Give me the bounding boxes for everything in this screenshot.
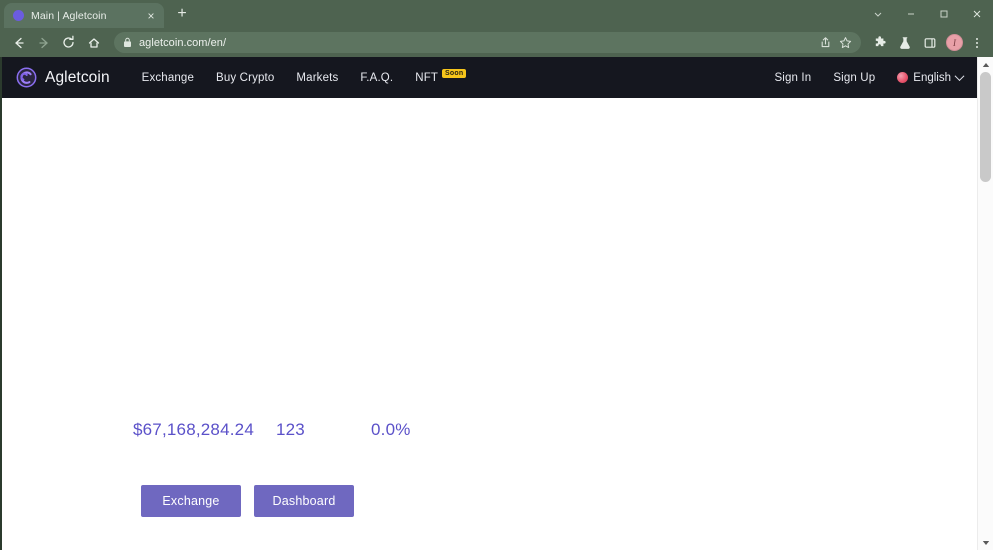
scrollbar-thumb[interactable] bbox=[980, 72, 991, 182]
chevron-down-icon bbox=[954, 71, 965, 82]
nav-label: Exchange bbox=[141, 71, 195, 84]
scrollbar-track[interactable] bbox=[978, 72, 993, 535]
dashboard-button[interactable]: Dashboard bbox=[254, 485, 354, 517]
window-close-icon[interactable] bbox=[960, 0, 993, 28]
browser-toolbar: agletcoin.com/en/ I bbox=[0, 28, 993, 57]
site-header: Agletcoin Exchange Buy Crypto Markets F.… bbox=[2, 57, 977, 98]
side-panel-icon[interactable] bbox=[917, 30, 942, 55]
profile-avatar: I bbox=[946, 34, 963, 51]
url-text: agletcoin.com/en/ bbox=[139, 36, 227, 49]
nav-label: Buy Crypto bbox=[216, 71, 275, 84]
stat-total-volume: $67,168,284.24 bbox=[133, 420, 254, 439]
beaker-icon[interactable] bbox=[892, 30, 917, 55]
soon-badge: Soon bbox=[442, 68, 467, 79]
lock-icon bbox=[123, 37, 132, 48]
maximize-icon[interactable] bbox=[927, 0, 960, 28]
site-nav: Exchange Buy Crypto Markets F.A.Q. NFT S… bbox=[142, 68, 467, 84]
language-label: English bbox=[913, 71, 951, 84]
scroll-down-arrow-icon[interactable] bbox=[978, 535, 993, 550]
nav-label: NFT bbox=[415, 71, 439, 84]
plus-icon[interactable]: + bbox=[171, 4, 193, 26]
nav-item-nft[interactable]: NFT Soon bbox=[415, 68, 467, 84]
nav-item-exchange[interactable]: Exchange bbox=[142, 72, 194, 84]
cta-row: Exchange Dashboard bbox=[141, 485, 354, 517]
browser-window: Main | Agletcoin × + agletcoin.com/en/ I… bbox=[0, 0, 993, 550]
purple-circle-favicon-icon bbox=[13, 10, 24, 21]
nav-item-markets[interactable]: Markets bbox=[296, 72, 338, 84]
brand-logo[interactable]: Agletcoin bbox=[16, 67, 110, 88]
forward-arrow-icon[interactable] bbox=[31, 30, 56, 55]
header-right: Sign In Sign Up English bbox=[774, 71, 965, 84]
sign-in-label: Sign In bbox=[774, 71, 812, 84]
close-icon[interactable]: × bbox=[144, 10, 158, 22]
exchange-button[interactable]: Exchange bbox=[141, 485, 241, 517]
tab-title: Main | Agletcoin bbox=[31, 9, 107, 22]
brand-name: Agletcoin bbox=[45, 68, 110, 86]
page-viewport: Agletcoin Exchange Buy Crypto Markets F.… bbox=[0, 57, 993, 550]
chevron-down-icon[interactable] bbox=[861, 0, 894, 28]
nav-label: Markets bbox=[296, 71, 339, 84]
sign-up-button[interactable]: Sign Up bbox=[833, 72, 875, 84]
puzzle-icon[interactable] bbox=[867, 30, 892, 55]
address-bar[interactable]: agletcoin.com/en/ bbox=[114, 32, 861, 53]
share-icon[interactable] bbox=[816, 33, 835, 52]
language-selector[interactable]: English bbox=[897, 71, 965, 84]
globe-flag-icon bbox=[897, 72, 909, 83]
star-icon[interactable] bbox=[836, 33, 855, 52]
stat-percent-change: 0.0% bbox=[371, 420, 411, 439]
toolbar-right-actions: I bbox=[867, 30, 987, 55]
tab-strip: Main | Agletcoin × + bbox=[0, 0, 993, 28]
nav-item-faq[interactable]: F.A.Q. bbox=[360, 72, 393, 84]
hero-section: $67,168,284.24 123 0.0% Exchange Dashboa… bbox=[2, 98, 977, 550]
home-icon[interactable] bbox=[81, 30, 106, 55]
sign-in-button[interactable]: Sign In bbox=[774, 72, 811, 84]
page-scrollbar[interactable] bbox=[977, 57, 993, 550]
window-controls bbox=[861, 0, 993, 28]
avatar-icon[interactable]: I bbox=[942, 30, 967, 55]
back-arrow-icon[interactable] bbox=[6, 30, 31, 55]
sign-up-label: Sign Up bbox=[833, 71, 876, 84]
web-page: Agletcoin Exchange Buy Crypto Markets F.… bbox=[2, 57, 977, 550]
agletcoin-swirl-logo-icon bbox=[16, 67, 37, 88]
stat-count: 123 bbox=[276, 420, 305, 439]
omnibox-actions bbox=[815, 33, 855, 52]
nav-label: F.A.Q. bbox=[360, 71, 394, 84]
stats-row: $67,168,284.24 123 0.0% bbox=[133, 420, 451, 440]
reload-icon[interactable] bbox=[56, 30, 81, 55]
nav-item-buy-crypto[interactable]: Buy Crypto bbox=[216, 72, 274, 84]
kebab-menu-icon[interactable] bbox=[967, 32, 987, 54]
scroll-up-arrow-icon[interactable] bbox=[978, 57, 993, 72]
browser-tab[interactable]: Main | Agletcoin × bbox=[4, 3, 164, 28]
minimize-icon[interactable] bbox=[894, 0, 927, 28]
